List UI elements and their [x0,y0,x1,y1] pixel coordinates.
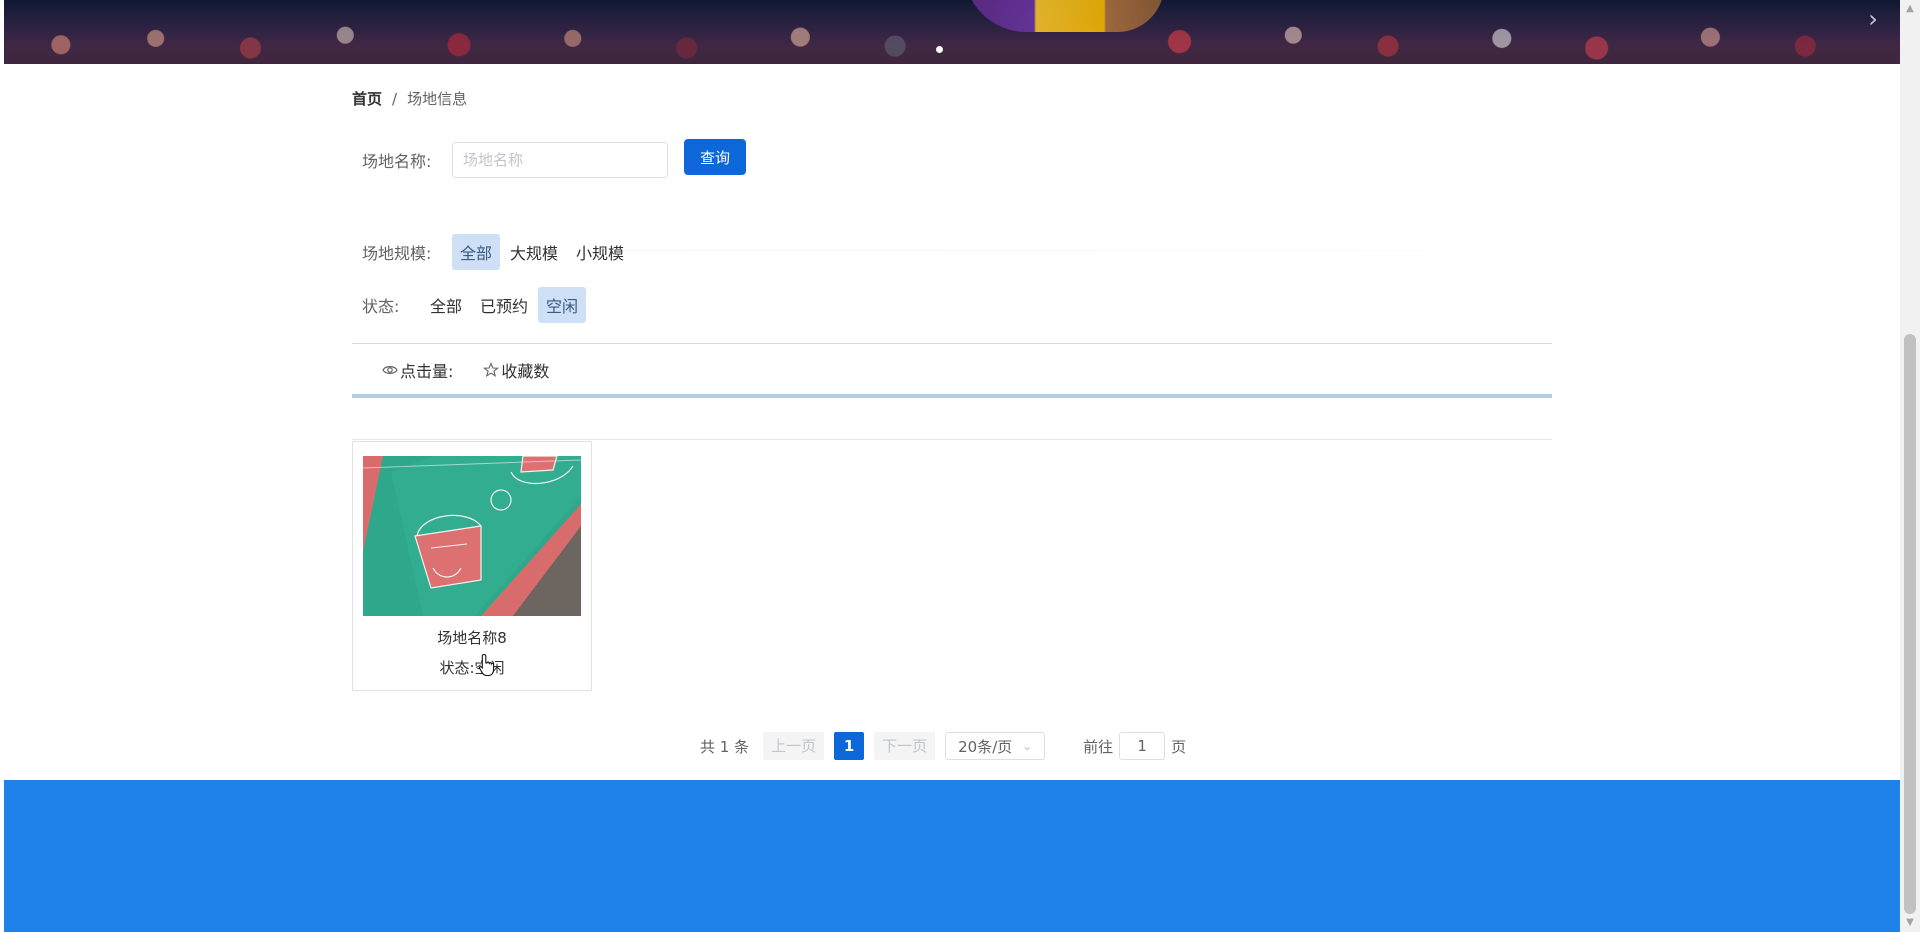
venue-image[interactable] [363,456,581,616]
chevron-down-icon: ⌄ [1022,739,1033,753]
sort-by-favorites[interactable]: 收藏数 [483,358,549,382]
venue-name-input[interactable] [452,142,668,178]
status-filter: 状态: 全部 已预约 空闲 [362,287,588,323]
page: › 首页 / 场地信息 场地名称: 查询 场地规模: 全部 大规模 小规模 状态… [0,0,1920,932]
sort-bar-divider [352,343,1552,344]
hand-cursor-icon [478,653,495,677]
scale-filter: 场地规模: 全部 大规模 小规模 [362,234,634,270]
breadcrumb-separator: / [392,89,398,108]
venue-name[interactable]: 场地名称8 [353,627,591,648]
sort-by-clicks[interactable]: 点击量: [382,358,453,382]
goto-suffix: 页 [1171,737,1187,756]
prev-page-button[interactable]: 上一页 [763,732,825,760]
carousel-dot[interactable] [936,46,943,53]
breadcrumb-home[interactable]: 首页 [352,88,382,109]
vertical-scrollbar[interactable]: ▲ ▼ [1900,0,1920,932]
pagination: 共 1 条 上一页 1 下一页 20条/页 ⌄ 前往 页 [700,732,1186,760]
breadcrumb: 首页 / 场地信息 [352,88,467,109]
carousel-indicators [936,46,943,53]
scale-option-small[interactable]: 小规模 [568,234,632,270]
venue-status: 状态:空闲 [439,659,505,677]
breadcrumb-current: 场地信息 [407,90,468,108]
page-size-value: 20条/页 [958,737,1013,756]
status-filter-label: 状态: [362,297,400,316]
chevron-right-icon[interactable]: › [1860,6,1886,32]
footer [4,780,1900,932]
status-option-all[interactable]: 全部 [422,287,470,323]
scrollbar-thumb[interactable] [1904,334,1916,914]
sort-bar: 点击量: 收藏数 [382,358,579,382]
goto-page-input[interactable] [1119,732,1166,760]
eye-icon [382,366,398,374]
sort-bar-accent-line [352,394,1552,398]
filter-divider [620,250,1430,251]
banner-image [4,0,1900,64]
venue-name-label: 场地名称: [362,152,432,171]
goto-prefix: 前往 [1083,737,1114,756]
query-button[interactable]: 查询 [684,139,746,175]
search-form: 场地名称: 查询 [362,139,746,178]
scroll-down-arrow-icon[interactable]: ▼ [1900,914,1920,932]
scale-option-large[interactable]: 大规模 [502,234,566,270]
scale-option-all[interactable]: 全部 [452,234,501,270]
pagination-total: 共 1 条 [700,737,750,756]
page-number-current[interactable]: 1 [834,732,865,760]
status-option-reserved[interactable]: 已预约 [472,287,536,323]
basketball-court-image [363,456,581,616]
next-page-button[interactable]: 下一页 [874,732,936,760]
sort-clicks-label: 点击量: [400,362,454,381]
banner-carousel[interactable]: › [4,0,1900,64]
star-icon [483,362,500,378]
sort-favorites-label: 收藏数 [501,362,550,381]
list-divider [352,439,1552,440]
scroll-up-arrow-icon[interactable]: ▲ [1900,0,1920,18]
venue-card[interactable]: 场地名称8 状态:空闲 [352,441,592,691]
page-size-select[interactable]: 20条/页 ⌄ [945,732,1046,760]
scale-filter-label: 场地规模: [362,244,432,263]
status-option-free[interactable]: 空闲 [538,287,587,323]
goto-page: 前往 页 [1083,732,1186,760]
